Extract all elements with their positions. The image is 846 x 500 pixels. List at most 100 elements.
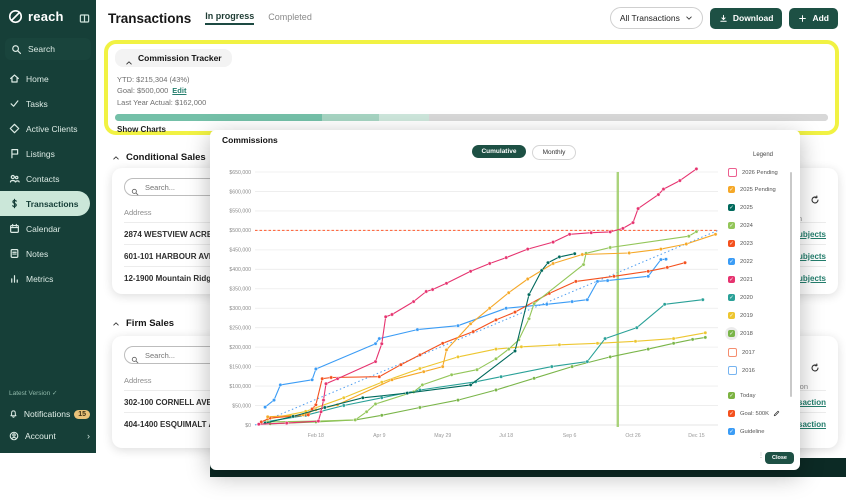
legend-label: 2018 bbox=[740, 331, 753, 337]
ytd-value: YTD: $215,304 (43%) bbox=[117, 75, 835, 84]
legend-item-2019[interactable]: ✓2019 bbox=[728, 312, 753, 319]
checkbox-checked-icon[interactable]: ✓ bbox=[728, 204, 735, 211]
add-button[interactable]: Add bbox=[789, 8, 838, 29]
chevron-down-icon bbox=[685, 14, 693, 22]
refresh-icon[interactable] bbox=[810, 360, 820, 370]
checkbox-checked-icon[interactable]: ✓ bbox=[728, 276, 735, 283]
close-button[interactable]: Close bbox=[765, 452, 794, 464]
svg-text:$400,000: $400,000 bbox=[229, 267, 251, 273]
checkbox-checked-icon[interactable]: ✓ bbox=[728, 312, 735, 319]
checkbox-checked-icon[interactable]: ✓ bbox=[728, 428, 735, 435]
legend-item-2025-pending[interactable]: ✓2025 Pending bbox=[728, 186, 776, 193]
sidebar-item-label: Home bbox=[26, 74, 49, 84]
checkbox-checked-icon[interactable]: ✓ bbox=[728, 330, 735, 337]
pencil-icon[interactable] bbox=[773, 410, 780, 417]
legend-label: 2021 bbox=[740, 277, 753, 283]
show-charts-link[interactable]: Show Charts bbox=[117, 125, 166, 134]
calendar-icon bbox=[9, 223, 20, 234]
checkbox-checked-icon[interactable]: ✓ bbox=[728, 392, 735, 399]
svg-text:$550,000: $550,000 bbox=[229, 209, 251, 215]
sidebar-item-listings[interactable]: Listings bbox=[0, 141, 96, 166]
tab-in-progress[interactable]: In progress bbox=[205, 11, 254, 25]
conditional-search-input[interactable] bbox=[143, 182, 217, 193]
legend-item-2016[interactable]: 2016 bbox=[728, 366, 755, 375]
download-button[interactable]: Download bbox=[710, 8, 783, 29]
legend-item-2020[interactable]: ✓ 2020 bbox=[728, 294, 753, 301]
firm-search-input[interactable] bbox=[143, 350, 217, 361]
progress-segment-2 bbox=[379, 114, 429, 121]
svg-text:$450,000: $450,000 bbox=[229, 248, 251, 254]
legend-item-today[interactable]: ✓Today bbox=[728, 392, 755, 399]
address-column-header: Address bbox=[124, 376, 152, 385]
modal-title: Commissions bbox=[222, 135, 278, 145]
svg-text:Dec 15: Dec 15 bbox=[688, 433, 705, 439]
checkbox-checked-icon[interactable]: ✓ bbox=[728, 186, 735, 193]
firm-sales-header[interactable]: Firm Sales bbox=[112, 318, 174, 329]
bell-icon bbox=[9, 409, 18, 419]
legend-label: 2022 bbox=[740, 259, 753, 265]
top-actions: All Transactions Download Add bbox=[610, 7, 838, 29]
collapse-sidebar-icon[interactable] bbox=[79, 11, 90, 22]
legend-item-2022[interactable]: ✓ 2022 bbox=[728, 258, 753, 265]
sidebar-item-home[interactable]: Home bbox=[0, 66, 96, 91]
legend-more-dots: ⋮ bbox=[758, 452, 764, 459]
legend-scrollbar[interactable] bbox=[790, 172, 792, 397]
svg-text:Apr 9: Apr 9 bbox=[373, 433, 386, 439]
svg-text:$300,000: $300,000 bbox=[229, 306, 251, 312]
legend-item-2026-pending[interactable]: 2026 Pending bbox=[728, 168, 778, 177]
svg-text:$200,000: $200,000 bbox=[229, 345, 251, 351]
checkbox-unchecked-icon[interactable] bbox=[728, 168, 737, 177]
sidebar-item-calendar[interactable]: Calendar bbox=[0, 216, 96, 241]
commissions-chart: $0$50,000$100,000$150,000$200,000$250,00… bbox=[210, 130, 800, 475]
legend-item-2025[interactable]: ✓2025 bbox=[728, 204, 753, 211]
sidebar-item-notes[interactable]: Notes bbox=[0, 241, 96, 266]
sidebar-item-notifications[interactable]: Notifications 15 bbox=[0, 403, 96, 425]
legend-item-2021[interactable]: ✓ 2021 bbox=[728, 276, 753, 283]
sidebar-item-metrics[interactable]: Metrics bbox=[0, 266, 96, 291]
edit-goal-link[interactable]: Edit bbox=[172, 86, 186, 95]
sidebar-item-tasks[interactable]: Tasks bbox=[0, 91, 96, 116]
legend-item-2024[interactable]: ✓ 2024 bbox=[728, 222, 753, 229]
checkbox-checked-icon[interactable]: ✓ bbox=[728, 240, 735, 247]
legend-label: 2020 bbox=[740, 295, 753, 301]
legend-label: Goal: 500K bbox=[740, 411, 769, 417]
sidebar-item-label: Search bbox=[28, 44, 55, 54]
chevron-up-icon bbox=[112, 320, 120, 328]
listings-icon bbox=[9, 148, 20, 159]
legend-item-2018[interactable]: ✓ 2018 bbox=[728, 330, 753, 337]
cumulative-toggle[interactable]: Cumulative bbox=[472, 145, 526, 158]
commission-tracker-header[interactable]: Commission Tracker bbox=[115, 49, 232, 67]
checkbox-checked-icon[interactable]: ✓ bbox=[728, 410, 735, 417]
legend-label: 2024 bbox=[740, 223, 753, 229]
sidebar-item-active-clients[interactable]: Active Clients bbox=[0, 116, 96, 141]
svg-text:Oct 26: Oct 26 bbox=[625, 433, 640, 439]
legend-item-2017[interactable]: 2017 bbox=[728, 348, 755, 357]
sidebar-item-search[interactable]: Search bbox=[5, 38, 91, 60]
tab-completed[interactable]: Completed bbox=[268, 12, 312, 24]
svg-text:Feb 18: Feb 18 bbox=[308, 433, 324, 439]
refresh-icon[interactable] bbox=[810, 192, 820, 202]
sidebar-item-label: Tasks bbox=[26, 99, 48, 109]
sidebar-item-transactions[interactable]: Transactions bbox=[0, 191, 90, 216]
svg-text:$0: $0 bbox=[245, 423, 251, 429]
svg-text:$650,000: $650,000 bbox=[229, 170, 251, 176]
monthly-toggle[interactable]: Monthly bbox=[532, 145, 576, 160]
legend-item-guideline[interactable]: ✓Guideline bbox=[728, 428, 765, 435]
legend-item-2023[interactable]: ✓2023 bbox=[728, 240, 753, 247]
sidebar-item-contacts[interactable]: Contacts bbox=[0, 166, 96, 191]
checkbox-checked-icon[interactable]: ✓ bbox=[728, 258, 735, 265]
checkbox-unchecked-icon[interactable] bbox=[728, 366, 737, 375]
checkbox-checked-icon[interactable]: ✓ bbox=[728, 294, 735, 301]
checkbox-unchecked-icon[interactable] bbox=[728, 348, 737, 357]
progress-segment-0 bbox=[115, 114, 322, 121]
search-icon bbox=[131, 351, 139, 359]
tasks-icon bbox=[9, 98, 20, 109]
legend-item-goal-500k[interactable]: ✓ Goal: 500K bbox=[728, 410, 780, 417]
checkbox-checked-icon[interactable]: ✓ bbox=[728, 222, 735, 229]
svg-text:Sep 6: Sep 6 bbox=[563, 433, 577, 439]
conditional-sales-header[interactable]: Conditional Sales bbox=[112, 152, 206, 163]
dollar-icon bbox=[9, 198, 20, 209]
transactions-filter-dropdown[interactable]: All Transactions bbox=[610, 7, 703, 29]
sidebar-item-account[interactable]: Account › bbox=[0, 425, 96, 447]
sidebar-item-label: Transactions bbox=[26, 199, 78, 209]
